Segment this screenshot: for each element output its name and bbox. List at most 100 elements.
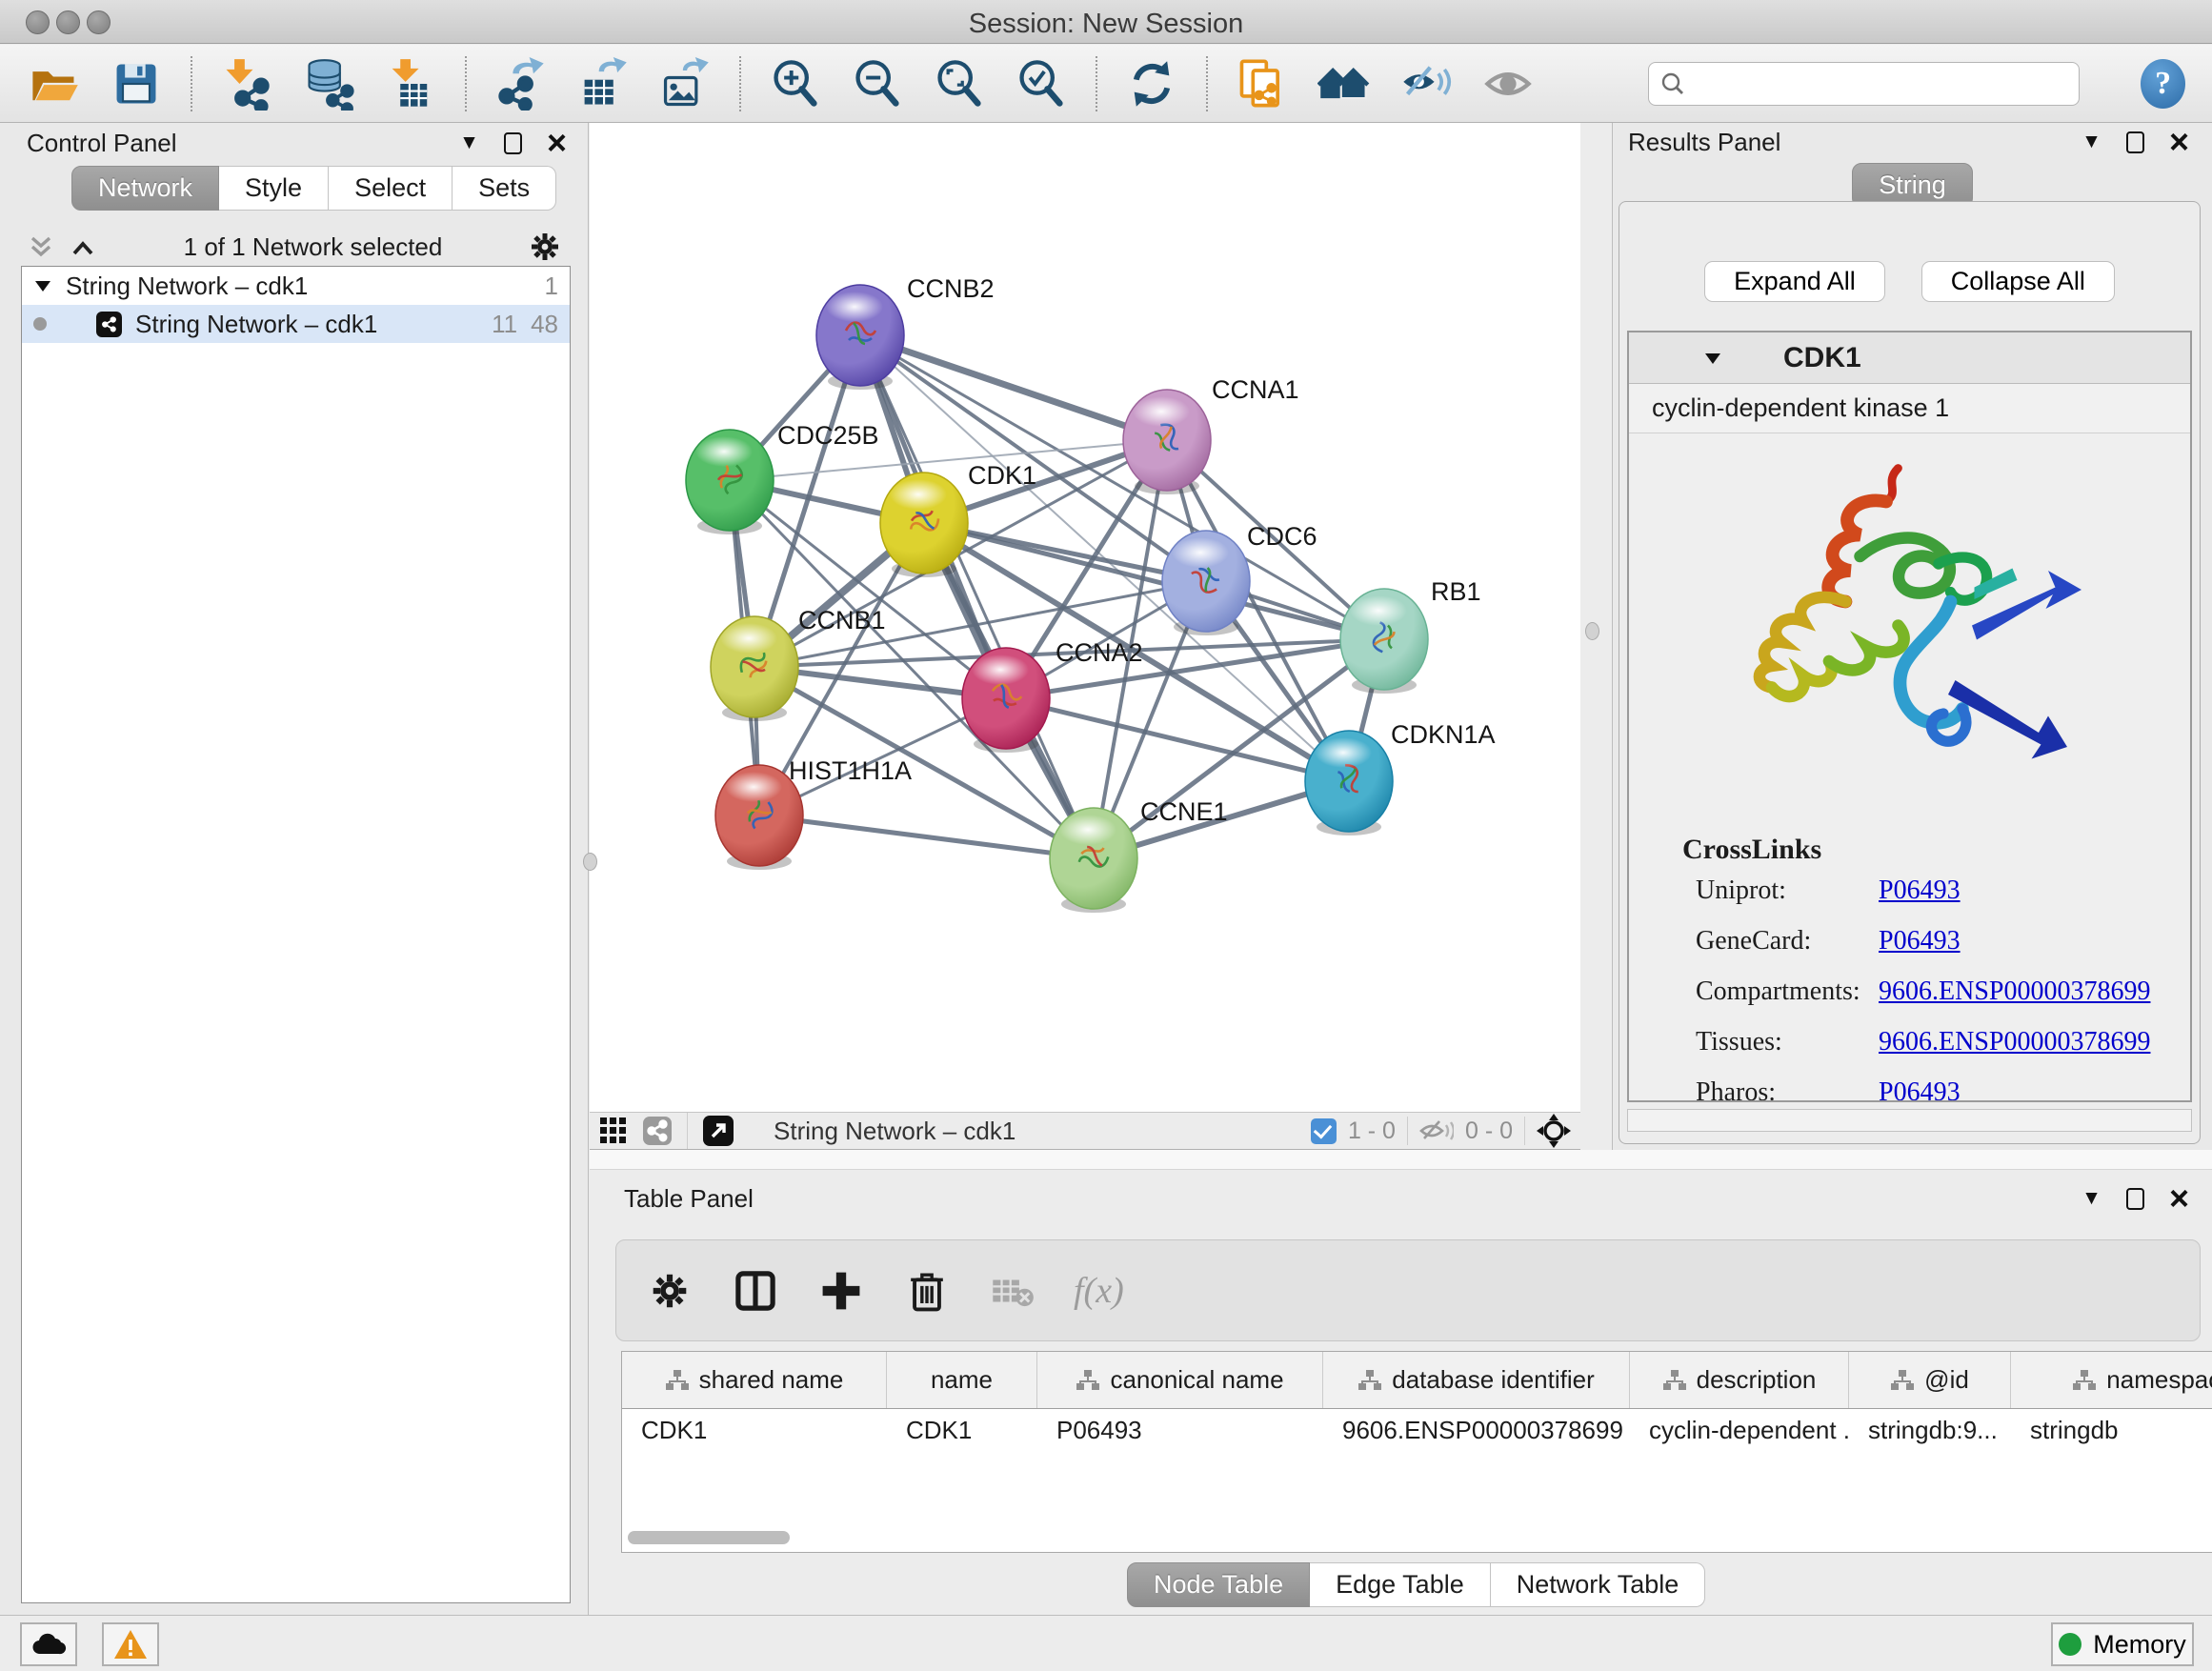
zoom-selected-button[interactable] [1014, 55, 1069, 112]
memory-status-button[interactable]: Memory [2051, 1622, 2194, 1666]
column-header-canonical-name[interactable]: canonical name [1037, 1352, 1323, 1408]
import-table-file-button[interactable] [383, 55, 438, 112]
grid-icon [599, 1117, 628, 1145]
table-horizontal-scrollbar[interactable] [628, 1531, 790, 1544]
warnings-button[interactable] [102, 1622, 159, 1666]
panel-float-icon[interactable] [2126, 1188, 2144, 1210]
node-CCNB2[interactable] [816, 285, 904, 390]
table-cell[interactable]: CDK1 [622, 1409, 887, 1451]
horizontal-splitter[interactable] [590, 1150, 2212, 1170]
cloud-status-button[interactable] [20, 1622, 77, 1666]
disclosure-triangle-icon[interactable] [1703, 351, 1722, 366]
node-CCNE1[interactable] [1050, 808, 1137, 913]
zoom-in-button[interactable] [768, 55, 823, 112]
table-cell[interactable]: cyclin-dependent ... [1630, 1409, 1849, 1451]
birdseye-view-button[interactable] [1537, 1114, 1571, 1148]
collapse-all-button[interactable]: Collapse All [1921, 261, 2115, 302]
panel-menu-icon[interactable]: ▼ [459, 131, 479, 154]
disclosure-triangle-icon[interactable] [33, 278, 52, 293]
left-splitter-handle[interactable] [583, 853, 597, 871]
node-CDC6[interactable] [1162, 531, 1250, 635]
node-CDKN1A[interactable] [1305, 731, 1393, 836]
panel-close-icon[interactable]: × [2169, 1189, 2189, 1208]
grid-view-button[interactable] [599, 1117, 628, 1145]
help-button[interactable]: ? [2141, 59, 2185, 109]
table-row[interactable]: CDK1CDK1P064939606.ENSP00000378699cyclin… [622, 1409, 2212, 1451]
toolbar-search[interactable] [1648, 62, 2080, 106]
save-session-button[interactable] [109, 55, 164, 112]
panel-menu-icon[interactable]: ▼ [2081, 1187, 2101, 1210]
node-CDC25B[interactable] [686, 430, 774, 534]
refresh-view-button[interactable] [1124, 55, 1179, 112]
column-header-database-identifier[interactable]: database identifier [1323, 1352, 1630, 1408]
network-row-selected[interactable]: String Network – cdk1 11 48 [22, 305, 570, 343]
crosslink-label: Tissues: [1682, 1027, 1879, 1057]
crosslink-link[interactable]: P06493 [1879, 1077, 1961, 1102]
zoom-out-button[interactable] [850, 55, 905, 112]
column-header-name[interactable]: name [887, 1352, 1037, 1408]
column-header-description[interactable]: description [1630, 1352, 1849, 1408]
edge-HIST1H1A-CCNE1[interactable] [759, 815, 1094, 858]
tab-node-table[interactable]: Node Table [1127, 1562, 1310, 1607]
expand-all-button[interactable]: Expand All [1704, 261, 1885, 302]
first-neighbors-button[interactable] [1317, 55, 1372, 112]
tab-edge-table[interactable]: Edge Table [1310, 1562, 1491, 1607]
tab-network[interactable]: Network [71, 166, 219, 211]
column-header-namespace[interactable]: namespace [2011, 1352, 2212, 1408]
selected-checkbox-icon[interactable] [1311, 1118, 1337, 1144]
delete-column-button[interactable] [902, 1262, 952, 1319]
collapse-all-tree-icon[interactable] [69, 234, 97, 259]
table-cell[interactable]: 9606.ENSP00000378699 [1323, 1409, 1630, 1451]
control-panel: Control Panel ▼ × NetworkStyleSelectSets… [0, 123, 589, 1615]
export-network-button[interactable] [493, 55, 549, 112]
network-badge-button[interactable] [643, 1117, 672, 1145]
panel-float-icon[interactable] [2126, 131, 2144, 153]
tab-select[interactable]: Select [329, 166, 452, 211]
column-header-shared-name[interactable]: shared name [622, 1352, 887, 1408]
export-image-button[interactable] [657, 55, 713, 112]
crosslink-link[interactable]: P06493 [1879, 926, 1961, 956]
open-in-window-button[interactable] [703, 1116, 734, 1146]
right-splitter-handle[interactable] [1585, 622, 1599, 640]
table-cell[interactable]: stringdb:9... [1849, 1409, 2011, 1451]
tab-network-table[interactable]: Network Table [1491, 1562, 1706, 1607]
network-node-count: 11 [492, 310, 517, 339]
search-input[interactable] [1693, 70, 2067, 97]
panel-menu-icon[interactable]: ▼ [2081, 131, 2101, 153]
table-cell[interactable]: P06493 [1037, 1409, 1323, 1451]
results-scrollbar[interactable] [1627, 1109, 2192, 1132]
function-builder-button[interactable]: f(x) [1074, 1270, 1124, 1312]
table-settings-button[interactable] [645, 1262, 694, 1319]
node-RB1[interactable] [1340, 589, 1428, 694]
expand-all-tree-icon[interactable] [27, 234, 55, 259]
table-cell[interactable]: stringdb [2011, 1409, 2212, 1451]
delete-table-button[interactable] [988, 1262, 1037, 1319]
export-table-button[interactable] [575, 55, 631, 112]
column-header--id[interactable]: @id [1849, 1352, 2011, 1408]
duplicate-network-button[interactable] [1235, 55, 1290, 112]
hide-selected-button[interactable] [1398, 55, 1454, 112]
show-columns-button[interactable] [731, 1262, 780, 1319]
node-CCNB1[interactable] [711, 616, 798, 721]
node-CCNA1[interactable] [1123, 390, 1211, 494]
network-collection-row[interactable]: String Network – cdk1 1 [22, 267, 570, 305]
crosslink-link[interactable]: 9606.ENSP00000378699 [1879, 1027, 2150, 1057]
gear-icon[interactable] [529, 231, 561, 263]
tab-style[interactable]: Style [219, 166, 329, 211]
network-canvas[interactable]: CCNB2CCNA1CDC25BCDK1CDC6RB1CCNB1CCNA2CDK… [590, 123, 1580, 1113]
node-CDK1[interactable] [880, 473, 968, 577]
import-network-file-button[interactable] [219, 55, 274, 112]
table-cell[interactable]: CDK1 [887, 1409, 1037, 1451]
crosslink-link[interactable]: P06493 [1879, 876, 1961, 906]
panel-close-icon[interactable]: × [2169, 132, 2189, 151]
zoom-fit-button[interactable] [932, 55, 987, 112]
import-network-database-button[interactable] [301, 55, 356, 112]
tab-sets[interactable]: Sets [452, 166, 556, 211]
show-all-button[interactable] [1480, 55, 1536, 112]
gene-header-row[interactable]: CDK1 [1629, 332, 2190, 384]
panel-close-icon[interactable]: × [547, 133, 567, 152]
create-column-button[interactable] [816, 1262, 866, 1319]
panel-float-icon[interactable] [504, 132, 522, 154]
open-session-button[interactable] [27, 55, 82, 112]
crosslink-link[interactable]: 9606.ENSP00000378699 [1879, 976, 2150, 1007]
